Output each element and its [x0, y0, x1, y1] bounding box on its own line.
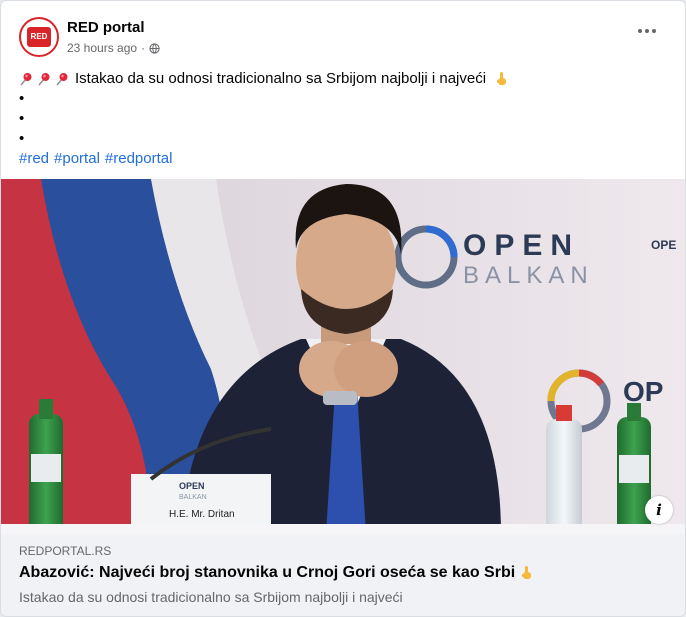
pushpin-icon	[20, 73, 32, 86]
more-dot	[652, 29, 656, 33]
bullet-line	[19, 129, 667, 149]
link-domain: REDPORTAL.RS	[19, 544, 112, 558]
hashtag-link[interactable]: #red	[19, 149, 49, 169]
post-card: RED RED portal 23 hours ago · Istakao da…	[0, 0, 686, 617]
pointing-hand-icon	[497, 72, 507, 85]
hashtag-link[interactable]: #redportal	[105, 149, 173, 169]
link-title[interactable]: Abazović: Najveći broj stanovnika u Crno…	[19, 560, 515, 586]
more-options-button[interactable]	[633, 23, 661, 39]
link-description: Istakao da su odnosi tradicionalno sa Sr…	[19, 589, 403, 605]
svg-text:BALKAN: BALKAN	[179, 494, 207, 501]
pushpin-icon	[56, 73, 68, 86]
pushpin-icon	[38, 73, 50, 86]
more-dot	[638, 29, 642, 33]
red-portal-logo: RED	[27, 27, 51, 47]
link-title-row: Abazović: Najveći broj stanovnika u Crno…	[19, 560, 669, 586]
svg-text:H.E. Mr. Dritan: H.E. Mr. Dritan	[169, 509, 235, 520]
pointing-hand-icon	[522, 566, 532, 579]
svg-text:BALKAN: BALKAN	[463, 262, 594, 289]
link-preview-image[interactable]: OPEN BALKAN OP OPE OPEN BALKAN H.E. Mr. …	[1, 179, 685, 534]
pushpin-icons	[19, 72, 69, 86]
bullet-line	[19, 89, 667, 109]
bullet-line	[19, 109, 667, 129]
more-dot	[645, 29, 649, 33]
svg-text:OPEN: OPEN	[463, 229, 580, 262]
post-header: RED RED portal 23 hours ago ·	[19, 17, 667, 61]
hashtags: #red #portal #redportal	[19, 149, 667, 169]
page-name[interactable]: RED portal	[67, 19, 145, 36]
page-avatar[interactable]: RED	[19, 17, 59, 57]
post-message: Istakao da su odnosi tradicionalno sa Sr…	[75, 70, 487, 87]
info-icon[interactable]: i	[645, 496, 673, 524]
svg-text:OPEN: OPEN	[179, 481, 205, 491]
link-preview-box[interactable]: REDPORTAL.RS Abazović: Najveći broj stan…	[1, 534, 685, 616]
post-text: Istakao da su odnosi tradicionalno sa Sr…	[19, 69, 667, 169]
post-text-line: Istakao da su odnosi tradicionalno sa Sr…	[19, 69, 667, 89]
meta-separator: ·	[141, 41, 146, 55]
svg-text:OPE: OPE	[651, 238, 676, 252]
hashtag-link[interactable]: #portal	[54, 149, 100, 169]
photo-illustration: OPEN BALKAN OP OPE OPEN BALKAN H.E. Mr. …	[1, 179, 685, 534]
svg-text:OP: OP	[623, 376, 663, 407]
post-timestamp[interactable]: 23 hours ago	[67, 41, 137, 55]
globe-icon[interactable]	[149, 42, 160, 54]
post-meta: 23 hours ago ·	[67, 41, 160, 55]
